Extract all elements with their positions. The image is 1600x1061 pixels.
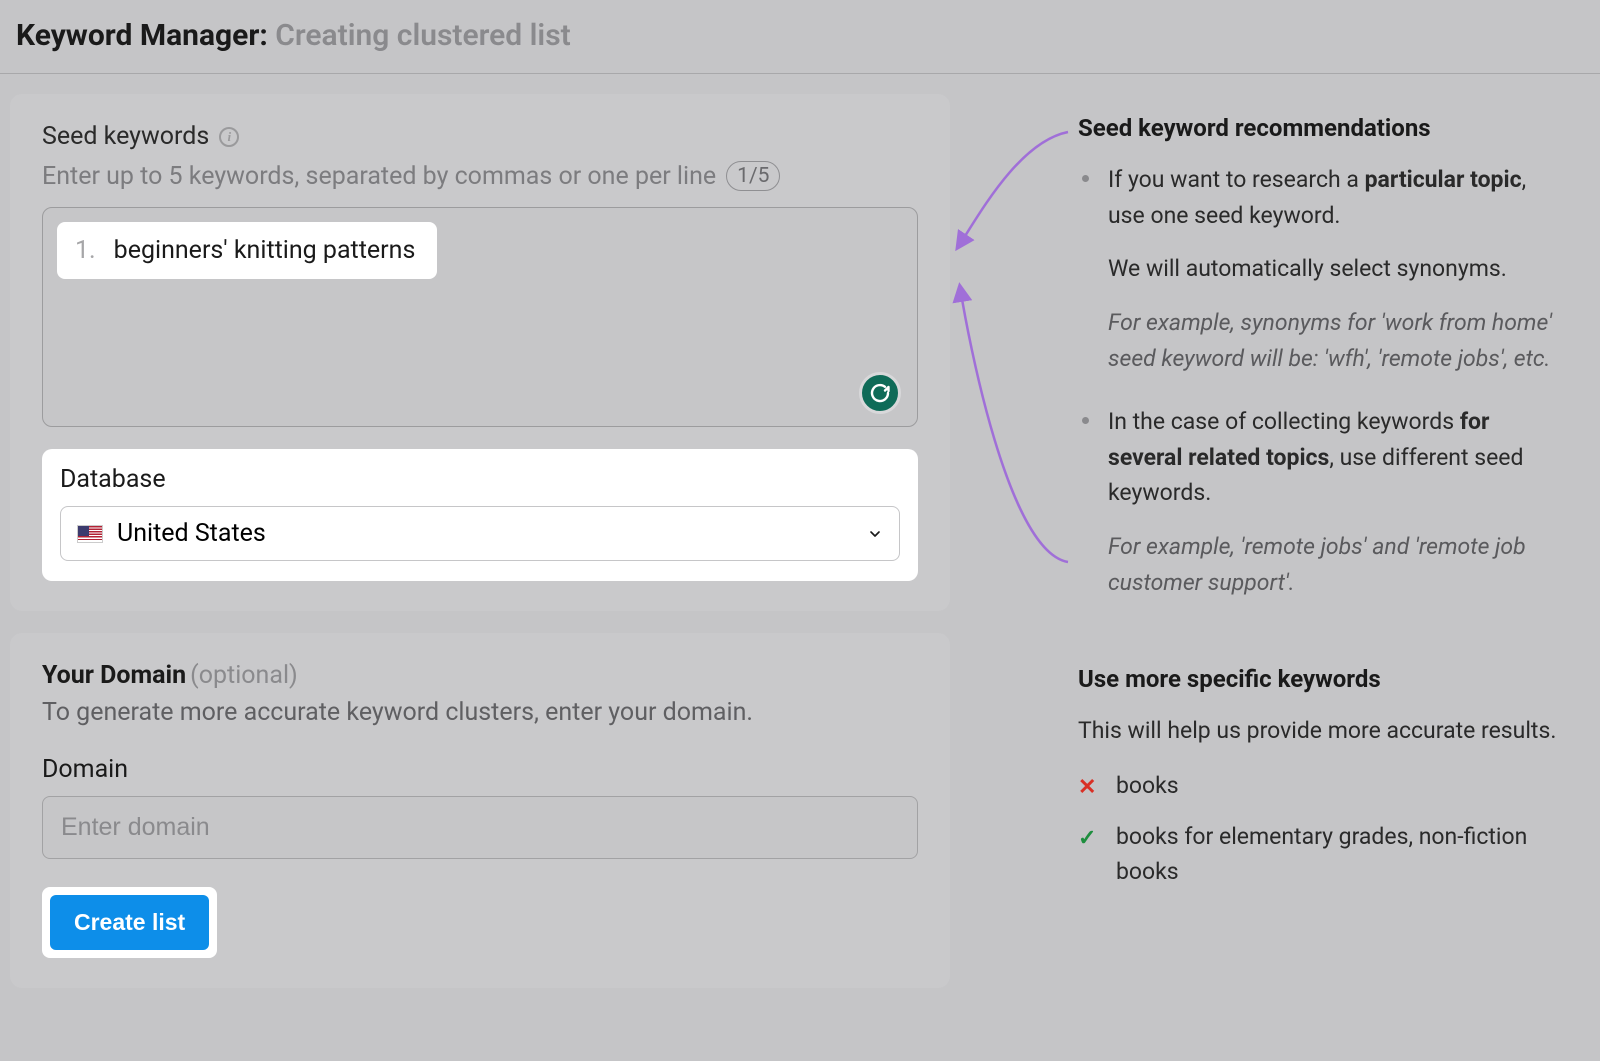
domain-optional: (optional) [190, 661, 298, 690]
seed-label: Seed keywords [42, 122, 209, 151]
specific-keywords-section: Use more specific keywords This will hel… [1078, 665, 1560, 889]
specific-desc: This will help us provide more accurate … [1078, 713, 1560, 749]
domain-card: Your Domain (optional) To generate more … [10, 633, 950, 988]
database-label: Database [60, 465, 900, 494]
example-good: books for elementary grades, non-fiction… [1116, 820, 1560, 889]
create-list-button[interactable]: Create list [50, 895, 209, 950]
chevron-down-icon [867, 526, 883, 542]
info-icon[interactable]: i [219, 127, 239, 147]
title-subtitle: Creating clustered list [275, 18, 570, 53]
seed-counter: 1/5 [726, 161, 780, 191]
example-good-row: ✓ books for elementary grades, non-ficti… [1078, 820, 1560, 889]
left-column: Seed keywords i Enter up to 5 keywords, … [10, 94, 950, 988]
seed-help-text: Enter up to 5 keywords, separated by com… [42, 162, 716, 191]
recommendation-item-1: If you want to research a particular top… [1078, 162, 1560, 376]
seed-keywords-card: Seed keywords i Enter up to 5 keywords, … [10, 94, 950, 611]
create-button-wrap: Create list [42, 887, 217, 958]
keyword-text: beginners' knitting patterns [114, 236, 416, 265]
rec1-sub2: For example, synonyms for 'work from hom… [1108, 309, 1552, 372]
main-content: Seed keywords i Enter up to 5 keywords, … [0, 74, 1600, 1008]
database-select[interactable]: United States [60, 506, 900, 561]
us-flag-icon [77, 525, 103, 543]
title-main: Keyword Manager: [16, 18, 268, 53]
x-icon: ✕ [1078, 771, 1100, 804]
example-bad: books [1116, 769, 1179, 804]
recommendations-list: If you want to research a particular top… [1078, 162, 1560, 600]
example-bad-row: ✕ books [1078, 769, 1560, 804]
domain-desc: To generate more accurate keyword cluste… [42, 698, 918, 727]
right-column: Seed keyword recommendations If you want… [968, 94, 1600, 988]
domain-headline-row: Your Domain (optional) [42, 661, 918, 690]
seed-label-row: Seed keywords i [42, 122, 918, 151]
grammarly-icon[interactable] [859, 372, 901, 414]
recommendations-title: Seed keyword recommendations [1078, 114, 1560, 142]
domain-field-label: Domain [42, 755, 918, 784]
rec1-strong: particular topic [1365, 166, 1522, 193]
seed-keywords-input[interactable]: 1. beginners' knitting patterns [42, 207, 918, 427]
check-icon: ✓ [1078, 822, 1100, 855]
seed-help-row: Enter up to 5 keywords, separated by com… [42, 161, 918, 191]
keyword-chip[interactable]: 1. beginners' knitting patterns [57, 222, 437, 279]
keyword-number: 1. [75, 236, 96, 265]
page-header: Keyword Manager: Creating clustered list [0, 0, 1600, 73]
rec1-sub1: We will automatically select synonyms. [1108, 251, 1560, 287]
domain-headline: Your Domain [42, 661, 186, 690]
domain-input[interactable] [42, 796, 918, 859]
recommendation-item-2: In the case of collecting keywords for s… [1078, 404, 1560, 600]
rec2-pre: In the case of collecting keywords [1108, 408, 1460, 435]
page-title: Keyword Manager: Creating clustered list [16, 18, 1584, 53]
specific-title: Use more specific keywords [1078, 665, 1560, 693]
database-panel: Database United States [42, 449, 918, 581]
rec1-pre: If you want to research a [1108, 166, 1365, 193]
database-selected: United States [117, 519, 266, 548]
rec2-sub1: For example, 'remote jobs' and 'remote j… [1108, 533, 1526, 596]
